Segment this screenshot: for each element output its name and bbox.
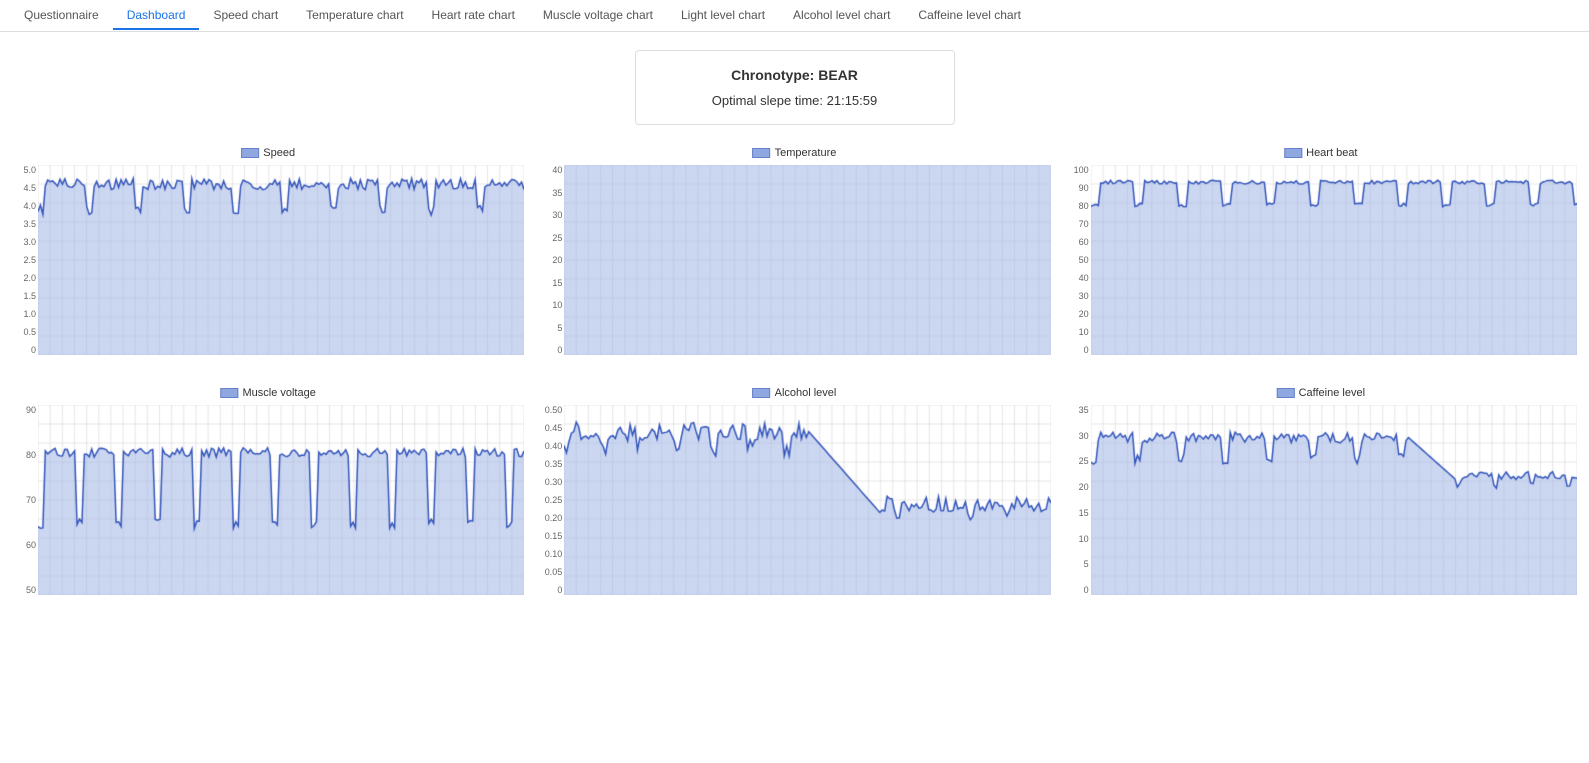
speed-legend: Speed (241, 147, 295, 159)
speed-y-axis: 5.04.54.03.53.02.52.01.51.00.50 (10, 165, 38, 355)
muscle-chart: Muscle voltage 9080706050 (10, 383, 526, 613)
temperature-chart-area (564, 165, 1050, 355)
nav-alcohollevel-chart[interactable]: Alcohol level chart (779, 2, 904, 30)
heartbeat-y-axis: 1009080706050403020100 (1063, 165, 1091, 355)
caffeine-canvas (1091, 405, 1577, 595)
muscle-chart-area (38, 405, 524, 595)
temperature-legend-box (753, 148, 771, 158)
speed-legend-label: Speed (263, 147, 295, 159)
muscle-legend: Muscle voltage (220, 387, 315, 399)
speed-chart-area (38, 165, 524, 355)
alcohol-chart: Alcohol level 0.500.450.400.350.300.250.… (536, 383, 1052, 613)
chronotype-label: Chronotype: BEAR (676, 67, 914, 83)
heartbeat-canvas (1091, 165, 1577, 355)
nav-caffeinelevel-chart[interactable]: Caffeine level chart (904, 2, 1035, 30)
alcohol-legend: Alcohol level (753, 387, 837, 399)
nav-questionnaire[interactable]: Questionnaire (10, 2, 113, 30)
caffeine-legend-label: Caffeine level (1299, 387, 1365, 399)
alcohol-chart-area (564, 405, 1050, 595)
charts-row-1: Speed 5.04.54.03.53.02.52.01.51.00.50 Te… (0, 143, 1589, 383)
charts-row-2: Muscle voltage 9080706050 Alcohol level … (0, 383, 1589, 623)
speed-legend-box (241, 148, 259, 158)
info-card: Chronotype: BEAR Optimal slepe time: 21:… (635, 50, 955, 125)
nav-heartrate-chart[interactable]: Heart rate chart (418, 2, 529, 30)
caffeine-legend: Caffeine level (1277, 387, 1365, 399)
alcohol-legend-box (753, 388, 771, 398)
nav-temperature-chart[interactable]: Temperature chart (292, 2, 417, 30)
navigation: Questionnaire Dashboard Speed chart Temp… (0, 0, 1589, 32)
speed-chart: Speed 5.04.54.03.53.02.52.01.51.00.50 (10, 143, 526, 373)
alcohol-canvas (564, 405, 1050, 595)
temperature-chart: Temperature 4035302520151050 (536, 143, 1052, 373)
caffeine-y-axis: 35302520151050 (1063, 405, 1091, 595)
heartbeat-chart: Heart beat 1009080706050403020100 (1063, 143, 1579, 373)
caffeine-chart: Caffeine level 35302520151050 (1063, 383, 1579, 613)
caffeine-legend-box (1277, 388, 1295, 398)
speed-canvas (38, 165, 524, 355)
muscle-legend-box (220, 388, 238, 398)
muscle-y-axis: 9080706050 (10, 405, 38, 595)
temperature-legend: Temperature (753, 147, 837, 159)
heartbeat-legend-box (1284, 148, 1302, 158)
nav-speed-chart[interactable]: Speed chart (199, 2, 292, 30)
temperature-legend-label: Temperature (775, 147, 837, 159)
muscle-legend-label: Muscle voltage (242, 387, 315, 399)
alcohol-y-axis: 0.500.450.400.350.300.250.200.150.100.05… (536, 405, 564, 595)
nav-muscle-chart[interactable]: Muscle voltage chart (529, 2, 667, 30)
heartbeat-legend: Heart beat (1284, 147, 1357, 159)
heartbeat-chart-area (1091, 165, 1577, 355)
temperature-canvas (564, 165, 1050, 355)
sleep-time-label: Optimal slepe time: 21:15:59 (676, 93, 914, 108)
nav-lightlevel-chart[interactable]: Light level chart (667, 2, 779, 30)
temperature-y-axis: 4035302520151050 (536, 165, 564, 355)
nav-dashboard[interactable]: Dashboard (113, 2, 200, 30)
muscle-canvas (38, 405, 524, 595)
heartbeat-legend-label: Heart beat (1306, 147, 1357, 159)
alcohol-legend-label: Alcohol level (775, 387, 837, 399)
caffeine-chart-area (1091, 405, 1577, 595)
